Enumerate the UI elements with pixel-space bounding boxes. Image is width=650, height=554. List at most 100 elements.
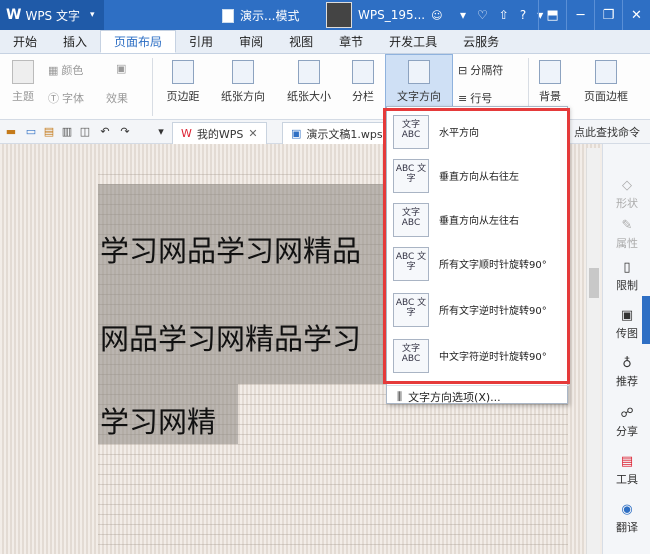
dropdown-icon[interactable]: ▾ bbox=[460, 8, 466, 22]
panel-collapse-tab[interactable] bbox=[642, 296, 650, 344]
color-grid-icon: ▦ bbox=[48, 63, 59, 77]
panel-shapes[interactable]: ◇ 形状 bbox=[603, 178, 650, 211]
print-preview-icon[interactable]: ▤ bbox=[42, 125, 56, 139]
line-numbers-button[interactable]: ≡ 行号 bbox=[458, 90, 492, 106]
tab-references[interactable]: 引用 bbox=[176, 30, 226, 53]
document-title-text: 演示...模式 bbox=[240, 9, 300, 23]
skin-icon[interactable]: ♡ bbox=[477, 8, 488, 22]
window-controls: ⬒ ─ ❐ ✕ bbox=[538, 0, 650, 30]
separator bbox=[152, 58, 153, 116]
effect-label: 效果 bbox=[106, 92, 128, 105]
panel-label: 分享 bbox=[616, 425, 638, 438]
panel-label: 工具 bbox=[616, 473, 638, 486]
toolbox-icon: ▤ bbox=[620, 454, 634, 469]
panel-tools[interactable]: ▤ 工具 bbox=[603, 454, 650, 487]
right-panel: ◇ 形状 ✎ 属性 ▯ 限制 ▣ 传图 ♁ 推荐 ☍ 分享 ▤ 工具 ◉ 翻译 bbox=[602, 144, 650, 554]
doc-tab-label: 演示文稿1.wps * bbox=[306, 127, 392, 141]
translate-icon: ◉ bbox=[621, 502, 633, 517]
app-menu-button[interactable]: W WPS 文字 ▾ bbox=[0, 0, 104, 30]
color-button[interactable]: ▦ 颜色 bbox=[48, 62, 83, 78]
font-icon: Ⓣ bbox=[48, 92, 59, 105]
tab-list-icon[interactable]: ▾ bbox=[154, 125, 168, 139]
doc-tab-mywps[interactable]: W 我的WPS ✕ bbox=[172, 122, 267, 144]
columns-button[interactable]: 分栏 bbox=[344, 60, 382, 104]
effect-button[interactable]: 效果 bbox=[106, 90, 128, 106]
open-icon[interactable]: ▬ bbox=[4, 125, 18, 139]
shapes-icon: ◇ bbox=[622, 178, 632, 193]
menu-separator bbox=[387, 385, 569, 386]
background-button[interactable]: 背景 bbox=[532, 60, 568, 104]
orientation-button[interactable]: 纸张方向 bbox=[212, 60, 274, 104]
tab-insert[interactable]: 插入 bbox=[50, 30, 100, 53]
help-icon[interactable]: ? bbox=[520, 8, 526, 22]
paper-size-button[interactable]: 纸张大小 bbox=[278, 60, 340, 104]
effect-icon: ▣ bbox=[116, 62, 127, 75]
tab-page-layout[interactable]: 页面布局 bbox=[100, 30, 177, 53]
restrict-icon: ▯ bbox=[623, 260, 631, 275]
user-name: WPS_195... bbox=[358, 8, 426, 22]
ribbon-tabs: 开始 插入 页面布局 引用 审阅 视图 章节 开发工具 云服务 bbox=[0, 30, 650, 54]
text-direction-icon bbox=[408, 60, 430, 84]
panel-label: 属性 bbox=[616, 237, 638, 250]
effect-preview[interactable]: ▣ bbox=[116, 62, 126, 75]
user-account[interactable]: WPS_195... ☺ bbox=[326, 2, 443, 28]
close-button[interactable]: ✕ bbox=[622, 0, 650, 30]
save-icon[interactable]: ▭ bbox=[24, 125, 38, 139]
breaks-button[interactable]: ⊟ 分隔符 bbox=[458, 62, 503, 78]
upload-icon[interactable]: ⇧ bbox=[499, 8, 509, 22]
document-line[interactable]: 学习网品学习网精品 bbox=[100, 228, 361, 270]
document-tab-icon: ▣ bbox=[291, 127, 302, 140]
font-button[interactable]: Ⓣ 字体 bbox=[48, 90, 84, 106]
panel-restrict[interactable]: ▯ 限制 bbox=[603, 260, 650, 293]
tab-home[interactable]: 开始 bbox=[0, 30, 50, 53]
panel-label: 形状 bbox=[616, 197, 638, 210]
margins-icon bbox=[172, 60, 194, 84]
print-icon[interactable]: ▥ bbox=[60, 125, 74, 139]
margins-button[interactable]: 页边距 bbox=[158, 60, 208, 104]
text-direction-label: 文字方向 bbox=[397, 90, 441, 103]
properties-icon: ✎ bbox=[621, 218, 633, 233]
line-numbers-icon: ≡ bbox=[458, 91, 468, 105]
panel-share[interactable]: ☍ 分享 bbox=[603, 406, 650, 439]
home-button[interactable]: ⬒ bbox=[538, 0, 566, 30]
columns-label: 分栏 bbox=[352, 90, 374, 103]
panel-label: 推荐 bbox=[616, 375, 638, 388]
margins-label: 页边距 bbox=[166, 90, 200, 103]
tab-developer[interactable]: 开发工具 bbox=[376, 30, 450, 53]
columns-icon bbox=[352, 60, 374, 84]
find-command[interactable]: 点此查找命令 bbox=[574, 124, 640, 140]
minimize-button[interactable]: ─ bbox=[566, 0, 594, 30]
tab-cloud[interactable]: 云服务 bbox=[450, 30, 512, 53]
panel-recommend[interactable]: ♁ 推荐 bbox=[603, 356, 650, 389]
undo-icon[interactable]: ↶ bbox=[98, 125, 112, 139]
theme-icon bbox=[12, 60, 34, 84]
status-icon: ☺ bbox=[431, 8, 443, 22]
tab-view[interactable]: 视图 bbox=[276, 30, 326, 53]
vertical-scrollbar[interactable] bbox=[586, 148, 600, 554]
redo-icon[interactable]: ↷ bbox=[118, 125, 132, 139]
page-border-button[interactable]: 页面边框 bbox=[576, 60, 636, 104]
avatar bbox=[326, 2, 352, 28]
tab-review[interactable]: 审阅 bbox=[226, 30, 276, 53]
theme-button[interactable]: 主题 bbox=[6, 60, 40, 104]
scrollbar-thumb[interactable] bbox=[589, 268, 599, 298]
document-line[interactable]: 网品学习网精品学习 bbox=[100, 316, 361, 358]
line-numbers-label: 行号 bbox=[470, 92, 493, 105]
panel-translate[interactable]: ◉ 翻译 bbox=[603, 502, 650, 535]
title-bar: W WPS 文字 ▾ 演示...模式 WPS_195... ☺ ▾ ♡ ⇧ ? … bbox=[0, 0, 650, 30]
preview-icon[interactable]: ◫ bbox=[78, 125, 92, 139]
tab-sections[interactable]: 章节 bbox=[326, 30, 376, 53]
panel-label: 限制 bbox=[616, 279, 638, 292]
close-icon[interactable]: ✕ bbox=[248, 127, 257, 140]
chevron-down-icon: ▾ bbox=[90, 10, 95, 20]
share-icon: ☍ bbox=[620, 406, 634, 421]
paper-size-label: 纸张大小 bbox=[287, 90, 331, 103]
panel-label: 翻译 bbox=[616, 521, 638, 534]
page-border-icon bbox=[595, 60, 617, 84]
restore-button[interactable]: ❐ bbox=[594, 0, 622, 30]
text-direction-options-icon: ⫼ bbox=[397, 390, 403, 403]
panel-properties[interactable]: ✎ 属性 bbox=[603, 218, 650, 251]
document-line[interactable]: 学习网精 bbox=[100, 399, 216, 441]
text-direction-options[interactable]: ⫼ 文字方向选项(X)... bbox=[397, 389, 501, 405]
title-toolbar: ▾ ♡ ⇧ ? ▾ bbox=[460, 8, 543, 22]
